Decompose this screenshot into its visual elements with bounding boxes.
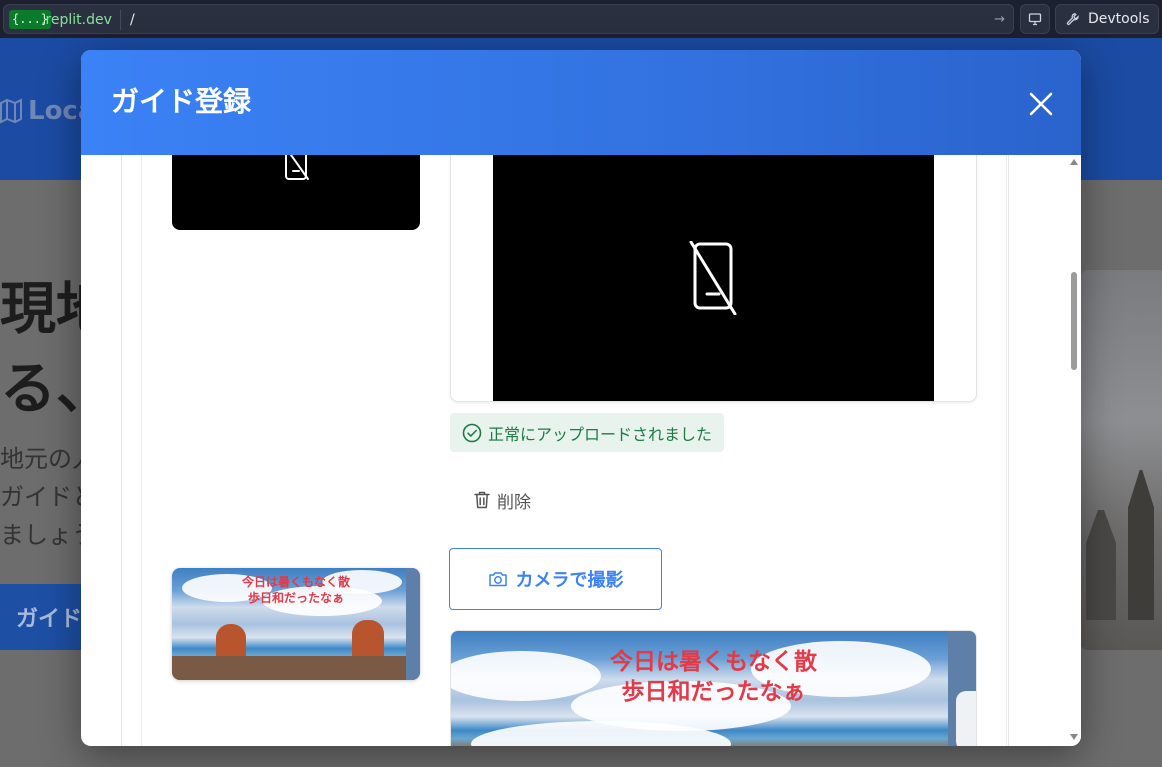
scroll-down-icon[interactable] — [1070, 734, 1078, 740]
no-device-icon — [285, 155, 309, 180]
check-circle-icon — [462, 423, 482, 442]
photo-caption: 今日は暑くもなく散 歩日和だったなぁ — [610, 649, 817, 705]
scrollbar-thumb[interactable] — [1071, 272, 1077, 370]
arrow-right-icon[interactable]: → — [994, 11, 1005, 29]
url-divider — [120, 10, 121, 30]
photo-thumbnail — [172, 155, 420, 230]
monitor-icon — [1028, 13, 1042, 26]
url-path-input[interactable]: / — [130, 9, 135, 31]
camera-label: カメラで撮影 — [515, 570, 624, 591]
photo-preview — [450, 155, 977, 402]
tower-shape — [1086, 510, 1116, 620]
camera-icon — [488, 572, 507, 587]
url-bar[interactable]: {...} .replit.dev / → — [3, 4, 1014, 34]
url-domain: .replit.dev — [41, 12, 112, 28]
upload-status-text: 正常にアップロードされました — [488, 424, 713, 444]
modal-title: ガイド登録 — [111, 85, 252, 118]
wall-shape — [172, 656, 420, 680]
close-icon[interactable] — [1025, 88, 1057, 120]
guide-registration-modal: ガイド登録 正常にアップロードされました 削除 今日は暑くもなく散 歩日和だった… — [81, 50, 1081, 746]
modal-header: ガイド登録 — [81, 50, 1081, 155]
scroll-up-icon[interactable] — [1070, 159, 1078, 165]
screen-toggle-button[interactable] — [1020, 4, 1050, 34]
devtools-label: Devtools — [1088, 11, 1150, 27]
trash-icon — [474, 491, 490, 509]
photo-thumbnail: 今日は暑くもなく散 歩日和だったなぁ — [172, 568, 420, 680]
hero-photo — [1080, 270, 1162, 650]
photo-preview: 今日は暑くもなく散 歩日和だったなぁ — [450, 630, 977, 746]
upload-success-badge: 正常にアップロードされました — [450, 413, 725, 452]
modal-scrollbar[interactable] — [1067, 155, 1081, 746]
browser-toolbar: {...} .replit.dev / → Devtools — [0, 0, 1162, 38]
camera-capture-button[interactable]: カメラで撮影 — [449, 548, 662, 610]
no-device-icon — [689, 241, 736, 315]
hero-cta-label: ガイド — [16, 607, 83, 632]
delete-button[interactable]: 削除 — [473, 485, 531, 515]
map-icon — [0, 98, 22, 124]
preview-canvas — [493, 155, 934, 401]
tower-shape — [1128, 470, 1154, 620]
devtools-button[interactable]: Devtools — [1055, 4, 1159, 34]
photo-caption: 今日は暑くもなく散 歩日和だったなぁ — [241, 575, 350, 605]
modal-body[interactable]: 正常にアップロードされました 削除 今日は暑くもなく散 歩日和だったなぁ カメラ… — [81, 155, 1081, 746]
delete-label: 削除 — [497, 492, 531, 513]
wrench-icon — [1066, 13, 1079, 26]
